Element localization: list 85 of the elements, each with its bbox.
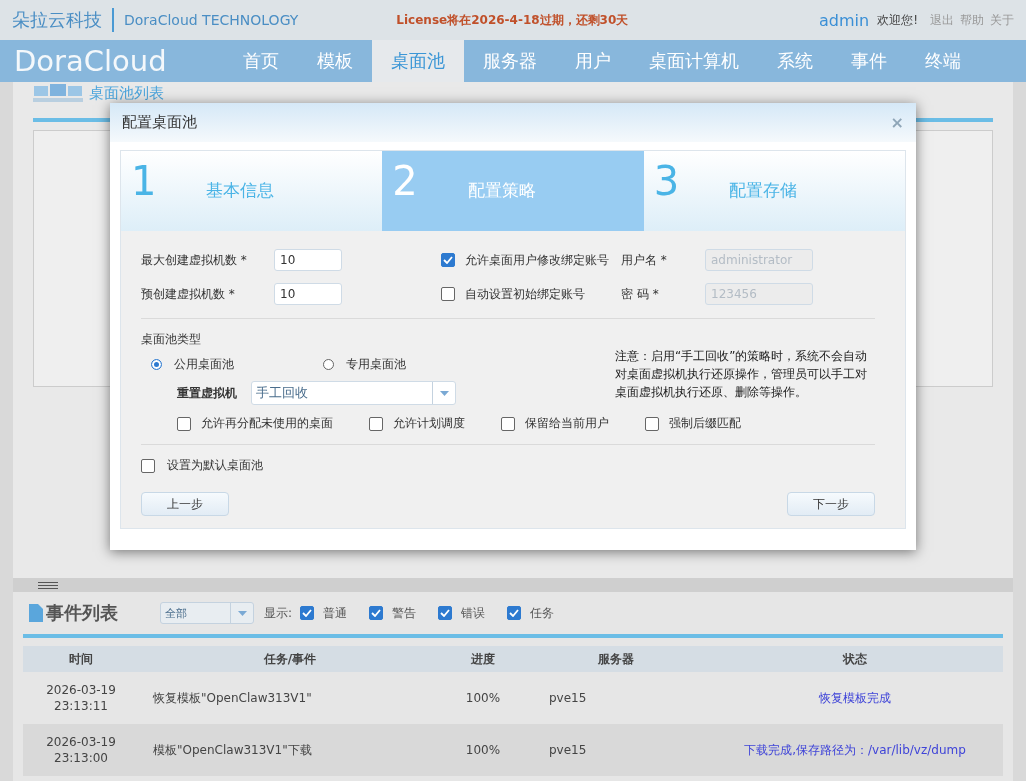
column-header: 时间 <box>23 646 139 672</box>
panel-title: 桌面池列表 <box>89 84 164 102</box>
checkbox-label: 普通 <box>323 604 348 622</box>
brand-name: 朵拉云科技 <box>12 8 102 32</box>
checkbox[interactable] <box>141 458 155 473</box>
input-field[interactable]: 10 <box>274 249 342 271</box>
checkbox[interactable] <box>177 416 191 431</box>
welcome-text: 欢迎您! <box>877 11 918 29</box>
table-cell-text: 2026-03-19 23:13:11 <box>45 682 117 714</box>
checkbox-label: 设置为默认桌面池 <box>167 457 263 474</box>
checkbox[interactable] <box>300 606 315 620</box>
note-text: 注意：启用“手工回收”的策略时，系统不会自动对桌面虚拟机执行还原操作，管理员可以手工对桌面虚拟机执行还原、删除等操作。 <box>615 348 869 401</box>
caret-icon <box>439 390 449 396</box>
input-field[interactable]: 10 <box>274 283 342 305</box>
caret-icon <box>237 610 247 616</box>
checkbox[interactable] <box>369 606 384 620</box>
table-cell-text: 2026-03-19 23:13:00 <box>45 734 117 766</box>
nav-tab[interactable]: 桌面计算机 <box>630 40 758 82</box>
checkbox-label: 强制后缀匹配 <box>669 415 741 432</box>
checkbox[interactable] <box>507 606 522 620</box>
nav-tab[interactable]: 首页 <box>224 40 298 82</box>
section-label: 桌面池类型 <box>141 331 202 348</box>
brand-subtitle: DoraCloud TECHNOLOGY <box>124 12 299 28</box>
table-cell: pve15 <box>549 691 587 705</box>
checkbox[interactable] <box>438 606 453 620</box>
radio-button[interactable] <box>323 359 334 370</box>
checkbox-label: 自动设置初始绑定账号 <box>465 285 586 303</box>
checkbox-label: 允许计划调度 <box>393 415 465 432</box>
checkbox-label: 保留给当前用户 <box>525 415 609 432</box>
header-link[interactable]: 退出 <box>930 11 954 29</box>
user-link[interactable]: admin <box>819 10 870 30</box>
status-text: 恢复模板完成 <box>819 690 891 705</box>
checkbox[interactable] <box>645 416 659 431</box>
header-link[interactable]: 帮助 <box>960 11 984 29</box>
license-notice: License将在2026-4-18过期，还剩30天 <box>396 11 629 29</box>
column-header: 状态 <box>707 646 1003 672</box>
column-header: 任务/事件 <box>139 646 441 672</box>
field-label: 密 码 * <box>621 285 660 303</box>
checkbox-label: 允许桌面用户修改绑定账号 <box>465 251 610 269</box>
nav-tab[interactable]: 用户 <box>556 40 630 82</box>
monitors-icon <box>33 83 83 103</box>
field-label: 最大创建虚拟机数 * <box>141 251 248 269</box>
wizard-step[interactable]: 1 基本信息 <box>121 151 383 231</box>
radio-label: 公用桌面池 <box>174 356 234 373</box>
field-label: 用户名 * <box>621 251 668 269</box>
checkbox[interactable] <box>441 287 455 301</box>
column-header: 服务器 <box>525 646 707 672</box>
logo: DoraCloud <box>13 43 168 80</box>
nav-tab[interactable]: 事件 <box>832 40 906 82</box>
nav-tab[interactable]: 服务器 <box>464 40 556 82</box>
nav-tab[interactable]: 模板 <box>298 40 372 82</box>
next-button[interactable]: 下一步 <box>787 492 875 516</box>
filter-dropdown[interactable]: 全部 <box>160 602 254 624</box>
wizard-step[interactable]: 3 配置存储 <box>643 151 905 231</box>
dialog-title: 配置桌面池 <box>122 113 197 132</box>
previous-button[interactable]: 上一步 <box>141 492 229 516</box>
wizard-step[interactable]: 2 配置策略 <box>382 151 644 231</box>
panel-title: 事件列表 <box>46 601 118 625</box>
table-cell: 100% <box>465 743 501 757</box>
checkbox[interactable] <box>369 416 383 431</box>
radio-button[interactable] <box>151 359 162 370</box>
nav-tab[interactable]: 桌面池 <box>372 40 464 82</box>
checkbox-label: 任务 <box>530 604 555 622</box>
filter-label: 显示: <box>264 604 293 622</box>
reset-dropdown[interactable]: 手工回收 <box>251 381 456 405</box>
table-cell: 恢复模板"OpenClaw313V1" <box>153 690 312 705</box>
nav-tab[interactable]: 终端 <box>906 40 980 82</box>
nav-tab[interactable]: 系统 <box>758 40 832 82</box>
table-cell: 100% <box>465 691 501 705</box>
radio-label: 专用桌面池 <box>346 356 406 373</box>
checkbox[interactable] <box>441 253 455 267</box>
field-label: 重置虚拟机 <box>177 384 238 402</box>
document-icon <box>29 604 43 622</box>
table-cell: 模板"OpenClaw313V1"下载 <box>153 742 312 757</box>
checkbox-label: 允许再分配未使用的桌面 <box>201 415 333 432</box>
header-link[interactable]: 关于 <box>990 11 1014 29</box>
status-text: 下载完成,保存路径为：/var/lib/vz/dump <box>744 742 966 757</box>
column-header: 进度 <box>441 646 525 672</box>
grip-icon <box>38 581 58 591</box>
checkbox-label: 错误 <box>461 604 486 622</box>
table-cell: pve15 <box>549 743 587 757</box>
field-label: 预创建虚拟机数 * <box>141 285 236 303</box>
checkbox[interactable] <box>501 416 515 431</box>
checkbox-label: 警告 <box>392 604 417 622</box>
close-button[interactable]: × <box>890 113 904 132</box>
